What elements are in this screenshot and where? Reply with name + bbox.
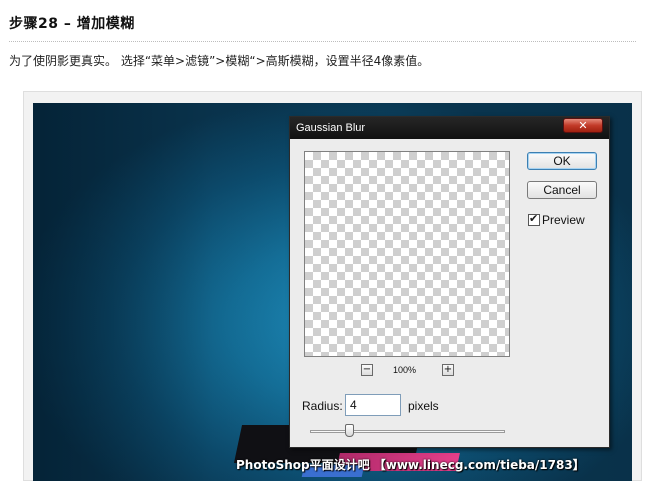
- dialog-title: Gaussian Blur: [296, 122, 366, 134]
- radius-unit-label: pixels: [408, 399, 439, 413]
- divider: [9, 41, 636, 42]
- ok-button[interactable]: OK: [527, 152, 597, 170]
- preview-checkbox[interactable]: ✔: [528, 212, 540, 226]
- watermark-text: PhotoShop平面设计吧 【www.linecg.com/tieba/178…: [236, 458, 585, 472]
- preview-label: Preview: [542, 213, 585, 227]
- radius-label: Radius:: [302, 399, 343, 413]
- radius-slider-track[interactable]: [310, 430, 505, 433]
- step-description: 为了使阴影更真实。 选择“菜单>滤镜”>模糊“>高斯模糊，设置半径4像素值。: [9, 54, 430, 68]
- close-button[interactable]: ✕: [563, 118, 603, 133]
- radius-input[interactable]: 4: [345, 394, 401, 416]
- zoom-out-button[interactable]: −: [361, 364, 373, 376]
- zoom-level: 100%: [393, 365, 417, 375]
- close-icon: ✕: [578, 119, 588, 132]
- checkmark-icon: ✔: [529, 212, 539, 225]
- radius-slider-thumb[interactable]: [344, 424, 354, 437]
- gaussian-blur-dialog: Gaussian Blur ✕ OK Cancel ✔ Preview − 10…: [289, 116, 610, 448]
- step-title: 步骤28 – 增加模糊: [9, 16, 135, 32]
- zoom-in-button[interactable]: +: [442, 364, 454, 376]
- cancel-button[interactable]: Cancel: [527, 181, 597, 199]
- plus-icon: +: [443, 364, 453, 375]
- blur-preview-area[interactable]: [304, 151, 510, 357]
- dialog-titlebar[interactable]: Gaussian Blur ✕: [290, 117, 609, 139]
- minus-icon: −: [362, 364, 372, 375]
